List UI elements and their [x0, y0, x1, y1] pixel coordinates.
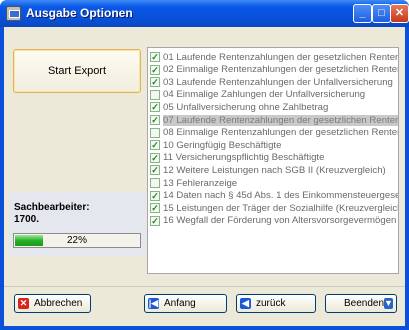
list-item[interactable]: ✓13 Fehleranzeige — [150, 177, 398, 189]
list-item[interactable]: ✓ 02 Einmalige Rentenzahlungen der gesetz… — [150, 64, 398, 76]
app-icon — [6, 6, 21, 21]
list-item-label: 10 Geringfügig Beschäftigte — [163, 139, 282, 151]
list-item[interactable]: ✓ 01 Laufende Rentenzahlungen der gesetzl… — [150, 51, 398, 63]
start-button[interactable]: |◀ Anfang — [144, 294, 227, 313]
cancel-button[interactable]: ✕ Abbrechen — [14, 294, 91, 313]
left-panel: Start Export Sachbearbeiter: 1700. 22% — [4, 27, 146, 287]
list-item[interactable]: ✓ 11 Versicherungspflichtig Beschäftigte — [150, 152, 398, 164]
list-item-label: 11 Versicherungspflichtig Beschäftigte — [163, 152, 325, 164]
app-window: Ausgabe Optionen _ □ ✕ Start Export Sach… — [0, 0, 409, 330]
list-item[interactable]: ✓ 10 Geringfügig Beschäftigte — [150, 139, 398, 151]
minimize-button[interactable]: _ — [353, 4, 372, 23]
list-item[interactable]: ✓08 Einmalige Rentenzahlungen der gesetz… — [150, 127, 398, 139]
start-button-label: Anfang — [164, 298, 196, 309]
close-x-icon: ✕ — [18, 298, 29, 309]
list-item-label: 01 Laufende Rentenzahlungen der gesetzli… — [163, 51, 398, 63]
checkbox-checked[interactable]: ✓ — [150, 215, 160, 226]
dialog-body: Start Export Sachbearbeiter: 1700. 22% ✓… — [4, 27, 405, 326]
checkbox-checked[interactable]: ✓ — [150, 77, 160, 88]
back-button-label: zurück — [256, 298, 286, 309]
checkbox-checked[interactable]: ✓ — [150, 102, 160, 113]
progress-bar: 22% — [13, 233, 141, 248]
list-item-label: 05 Unfallversicherung ohne Zahlbetrag — [163, 101, 329, 113]
list-item-label: 12 Weitere Leistungen nach SGB II (Kreuz… — [163, 164, 386, 176]
list-item[interactable]: ✓ 15 Leistungen der Träger der Sozialhilf… — [150, 202, 399, 214]
output-options-list[interactable]: ✓ 01 Laufende Rentenzahlungen der gesetzl… — [147, 47, 399, 274]
list-item-label: 08 Einmalige Rentenzahlungen der gesetzl… — [163, 127, 398, 139]
first-page-icon: |◀ — [148, 298, 159, 309]
list-item-label: 03 Laufende Rentenzahlungen der Unfallve… — [163, 76, 393, 88]
start-export-button[interactable]: Start Export — [13, 49, 141, 93]
back-button[interactable]: ◀ zurück — [236, 294, 316, 313]
list-item-label: 14 Daten nach § 45d Abs. 1 des Einkommen… — [163, 190, 399, 202]
checkbox-unchecked[interactable]: ✓ — [150, 178, 160, 188]
dropdown-arrow-icon: ▼ — [384, 298, 393, 309]
close-button[interactable]: ✕ — [390, 4, 409, 23]
list-item[interactable]: ✓ 12 Weitere Leistungen nach SGB II (Kreu… — [150, 164, 398, 176]
checkbox-checked[interactable]: ✓ — [150, 52, 160, 62]
list-item[interactable]: ✓ 07 Laufende Rentenzahlungen der gesetzl… — [150, 114, 398, 126]
list-item-label: 16 Wegfall der Förderung von Altersvorso… — [163, 215, 397, 227]
maximize-button[interactable]: □ — [372, 4, 391, 23]
checkbox-checked[interactable]: ✓ — [150, 140, 160, 151]
arrow-left-icon: ◀ — [240, 298, 251, 309]
list-item[interactable]: ✓04 Einmalige Zahlungen der Unfallversic… — [150, 89, 398, 101]
clerk-label: Sachbearbeiter: — [14, 202, 90, 213]
checkbox-checked[interactable]: ✓ — [150, 64, 160, 75]
cancel-button-label: Abbrechen — [34, 298, 83, 309]
list-item[interactable]: ✓ 03 Laufende Rentenzahlungen der Unfallv… — [150, 76, 398, 88]
list-item-label: 04 Einmalige Zahlungen der Unfallversich… — [163, 89, 366, 101]
checkbox-checked[interactable]: ✓ — [150, 115, 160, 125]
window-title: Ausgabe Optionen — [26, 6, 133, 20]
clerk-value: 1700. — [14, 214, 40, 225]
divider — [4, 286, 405, 287]
checkbox-checked[interactable]: ✓ — [150, 152, 160, 163]
finish-button-label: Beenden — [344, 298, 385, 309]
list-item-label: 07 Laufende Rentenzahlungen der gesetzli… — [163, 114, 398, 126]
checkbox-checked[interactable]: ✓ — [150, 190, 160, 201]
list-item[interactable]: ✓ 05 Unfallversicherung ohne Zahlbetrag — [150, 101, 398, 113]
checkbox-checked[interactable]: ✓ — [150, 165, 160, 176]
title-bar[interactable]: Ausgabe Optionen _ □ ✕ — [0, 0, 409, 27]
list-item-label: 13 Fehleranzeige — [163, 177, 238, 189]
list-item-label: 02 Einmalige Rentenzahlungen der gesetzl… — [163, 64, 398, 76]
finish-button[interactable]: Beenden ▼ — [325, 294, 397, 313]
list-item[interactable]: ✓ 16 Wegfall der Förderung von Altersvors… — [150, 215, 398, 227]
checkbox-checked[interactable]: ✓ — [150, 203, 160, 214]
checkbox-unchecked[interactable]: ✓ — [150, 89, 160, 100]
list-item-label: 15 Leistungen der Träger der Sozialhilfe… — [163, 202, 399, 214]
progress-text: 22% — [66, 235, 87, 246]
list-item[interactable]: ✓ 14 Daten nach § 45d Abs. 1 des Einkomme… — [150, 190, 399, 202]
checkbox-unchecked[interactable]: ✓ — [150, 127, 160, 138]
